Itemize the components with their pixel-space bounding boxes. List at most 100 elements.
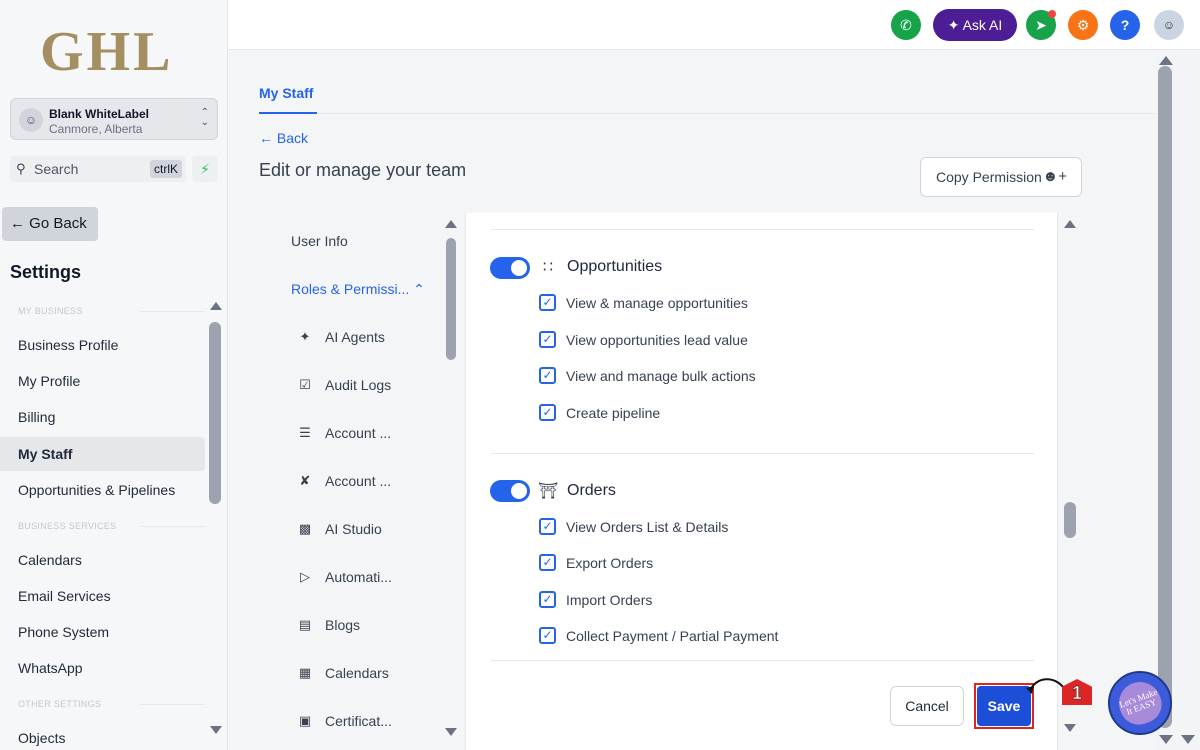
sidebar-scrollbar[interactable] xyxy=(208,298,222,738)
scroll-up-arrow-icon[interactable] xyxy=(445,220,457,228)
sidebar-item-opportunities-pipelines[interactable]: Opportunities & Pipelines xyxy=(0,473,205,507)
subnav-scrollbar[interactable] xyxy=(444,216,458,736)
subnav-label: Certificat... xyxy=(325,713,392,729)
scroll-down-arrow-icon[interactable] xyxy=(445,728,457,736)
checkbox-checked[interactable]: ✓ xyxy=(539,331,556,348)
page-scrollbar[interactable] xyxy=(1156,50,1200,750)
subnav-roles-label: Roles & Permissi... xyxy=(291,281,410,297)
certificate-icon: ▣ xyxy=(298,713,312,728)
checkbox-checked[interactable]: ✓ xyxy=(539,518,556,535)
permission-label: Export Orders xyxy=(566,555,654,571)
sidebar-item-email-services[interactable]: Email Services xyxy=(0,579,205,613)
search-icon: ⚲ xyxy=(16,161,26,176)
callout-arrow-icon xyxy=(1026,678,1065,694)
chevron-updown-icon: ⌃ ⌄ xyxy=(200,107,209,128)
play-circle-icon: ▷ xyxy=(300,569,310,584)
search-box[interactable]: ⚲ Search ctrlK xyxy=(10,156,186,182)
subnav-certificates[interactable]: ▣ Certificat... xyxy=(299,713,392,729)
top-bar: ✆ ✦ Ask AI ➤ ⚙ ? ☺ xyxy=(228,0,1200,50)
back-link[interactable]: ← Back xyxy=(259,130,308,146)
notification-dot xyxy=(1048,10,1056,18)
sidebar-item-business-profile[interactable]: Business Profile xyxy=(0,328,205,362)
copy-permission-label: Copy Permission xyxy=(936,169,1042,185)
bell-icon[interactable]: ⚙ xyxy=(1068,10,1098,40)
account-switcher[interactable]: ☺ Blank WhiteLabel Canmore, Alberta ⌃ ⌄ xyxy=(10,98,218,140)
permissions-panel: ∷ Opportunities ✓ View & manage opportuni… xyxy=(465,213,1058,750)
account-avatar-icon: ☺ xyxy=(19,108,43,132)
user-avatar[interactable]: ☺ xyxy=(1154,10,1184,40)
permission-label: Collect Payment / Partial Payment xyxy=(566,628,779,644)
sidebar-item-whatsapp[interactable]: WhatsApp xyxy=(0,651,205,685)
subnav-account-2[interactable]: ✘ Account ... xyxy=(300,473,392,489)
sidebar-item-billing[interactable]: Billing xyxy=(0,400,205,434)
checkbox-checked[interactable]: ✓ xyxy=(539,367,556,384)
ask-ai-label: Ask AI xyxy=(962,17,1003,33)
scroll-down-arrow-icon[interactable] xyxy=(1064,724,1076,732)
divider xyxy=(491,453,1034,454)
checkbox-checked[interactable]: ✓ xyxy=(539,591,556,608)
sidebar-item-calendars[interactable]: Calendars xyxy=(0,543,205,577)
sidebar-item-my-profile[interactable]: My Profile xyxy=(0,364,205,398)
subnav-label: Account ... xyxy=(325,473,392,489)
subnav-label: Calendars xyxy=(325,665,389,681)
copy-permission-button[interactable]: Copy Permission ☻+ xyxy=(920,157,1082,197)
cancel-button[interactable]: Cancel xyxy=(890,686,964,726)
subnav-user-info[interactable]: User Info xyxy=(291,233,348,249)
subnav-ai-studio[interactable]: ▩ AI Studio xyxy=(299,521,382,537)
ask-ai-button[interactable]: ✦ Ask AI xyxy=(933,9,1017,41)
page-scroll-thumb[interactable] xyxy=(1158,66,1172,728)
nav-section-other-settings: OTHER SETTINGS xyxy=(18,699,205,709)
checkbox-checked[interactable]: ✓ xyxy=(539,627,556,644)
subnav-ai-agents[interactable]: ✦ AI Agents xyxy=(300,329,385,345)
opportunities-toggle[interactable] xyxy=(490,257,530,279)
group-title-orders: Orders xyxy=(567,482,616,499)
checkbox-checked[interactable]: ✓ xyxy=(539,404,556,421)
go-back-label: Go Back xyxy=(29,215,87,232)
document-icon: ▤ xyxy=(298,617,312,632)
tools-icon: ✘ xyxy=(299,473,311,488)
subnav-calendars[interactable]: ▦ Calendars xyxy=(299,665,389,681)
quick-action-bolt-icon[interactable]: ⚡ xyxy=(192,156,218,182)
subnav-account-1[interactable]: ☰ Account ... xyxy=(299,425,391,441)
phone-icon[interactable]: ✆ xyxy=(891,10,921,40)
clipboard-check-icon: ☑ xyxy=(299,377,311,392)
go-back-button[interactable]: ← Go Back xyxy=(2,207,98,241)
subnav-audit-logs[interactable]: ☑ Audit Logs xyxy=(299,377,391,393)
subnav-roles-permissions[interactable]: Roles & Permissi... ⌃ xyxy=(291,281,425,298)
page-title: Edit or manage your team xyxy=(259,160,467,180)
toggle-stack-icon: ☰ xyxy=(299,425,311,440)
checkbox-checked[interactable]: ✓ xyxy=(539,554,556,571)
panel-scroll-thumb[interactable] xyxy=(1064,502,1076,538)
subnav-scroll-thumb[interactable] xyxy=(446,238,456,360)
settings-title: Settings xyxy=(10,262,82,282)
save-button[interactable]: Save xyxy=(977,686,1031,726)
scroll-down-arrow-icon[interactable] xyxy=(210,726,222,734)
scroll-down-arrow-icon[interactable] xyxy=(1181,735,1195,744)
subnav-label: AI Agents xyxy=(325,329,385,345)
watermark-text: Let's Make It EASY xyxy=(1117,686,1159,717)
scroll-up-arrow-icon[interactable] xyxy=(1159,56,1173,65)
tab-my-staff[interactable]: My Staff xyxy=(259,85,313,101)
checkbox-checked[interactable]: ✓ xyxy=(539,294,556,311)
orders-toggle[interactable] xyxy=(490,480,530,502)
permission-label: Create pipeline xyxy=(566,405,661,421)
scroll-up-arrow-icon[interactable] xyxy=(210,302,222,310)
help-icon[interactable]: ? xyxy=(1110,10,1140,40)
step-number: 1 xyxy=(1071,683,1083,704)
settings-sidebar: GHL ☺ Blank WhiteLabel Canmore, Alberta … xyxy=(0,0,228,750)
sidebar-item-objects[interactable]: Objects xyxy=(0,721,205,750)
scroll-up-arrow-icon[interactable] xyxy=(1064,220,1076,228)
opportunities-icon: ∷ xyxy=(542,259,554,276)
sidebar-item-my-staff[interactable]: My Staff xyxy=(0,437,205,471)
subnav-blogs[interactable]: ▤ Blogs xyxy=(299,617,360,633)
subnav-label: AI Studio xyxy=(325,521,382,537)
panel-scrollbar[interactable] xyxy=(1062,216,1078,736)
scroll-down-arrow-icon[interactable] xyxy=(1159,735,1173,744)
sidebar-item-phone-system[interactable]: Phone System xyxy=(0,615,205,649)
megaphone-icon[interactable]: ➤ xyxy=(1026,10,1056,40)
sidebar-scroll-thumb[interactable] xyxy=(209,322,221,504)
search-shortcut: ctrlK xyxy=(150,160,182,178)
subnav-automation[interactable]: ▷ Automati... xyxy=(300,569,392,585)
watermark-logo: Let's Make It EASY xyxy=(1108,671,1172,735)
subnav-label: Automati... xyxy=(325,569,392,585)
